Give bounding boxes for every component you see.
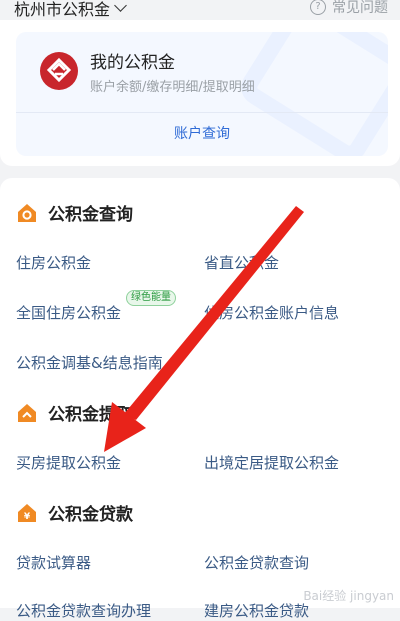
question-circle-icon: ?: [310, 0, 326, 15]
fund-card-container: 我的公积金 账户余额/缴存明细/提取明细 账户查询: [0, 20, 400, 166]
item-adjust-guide[interactable]: 公积金调基&结息指南: [16, 352, 163, 373]
fund-title: 我的公积金: [90, 53, 175, 73]
item-provincial-fund[interactable]: 省直公积金: [204, 252, 279, 273]
faq-link[interactable]: ? 常见问题: [310, 0, 388, 17]
item-housing-fund[interactable]: 住房公积金: [16, 252, 91, 273]
house-withdraw-icon: [16, 402, 38, 424]
fund-subtitle: 账户余额/缴存明细/提取明细: [90, 80, 255, 95]
account-query-button[interactable]: 账户查询: [16, 113, 388, 156]
item-house-purchase-withdraw[interactable]: 买房提取公积金: [16, 452, 121, 473]
chevron-down-icon: [114, 0, 127, 12]
house-loan-icon: ¥: [16, 502, 38, 524]
city-label: 杭州市公积金: [14, 0, 111, 19]
services-card: 公积金查询 住房公积金 省直公积金 全国住房公积金 绿色能量 住房公积金账户信息…: [0, 178, 400, 620]
house-search-icon: [16, 202, 38, 224]
svg-text:¥: ¥: [24, 512, 31, 522]
section-title-loan: ¥ 公积金贷款: [16, 500, 133, 525]
item-loan-query[interactable]: 公积金贷款查询: [204, 552, 309, 573]
item-national-fund[interactable]: 全国住房公积金: [16, 302, 121, 323]
faq-label: 常见问题: [332, 0, 388, 16]
city-selector[interactable]: 杭州市公积金: [14, 0, 127, 20]
my-fund-card[interactable]: 我的公积金 账户余额/缴存明细/提取明细 账户查询: [16, 32, 388, 156]
section-label: 公积金提取: [48, 405, 133, 425]
item-fund-account-info[interactable]: 住房公积金账户信息: [204, 302, 339, 323]
green-energy-badge: 绿色能量: [126, 290, 176, 306]
item-loan-process[interactable]: 公积金贷款查询办理: [16, 600, 151, 621]
section-title-query: 公积金查询: [16, 200, 133, 225]
watermark: Bai经验 jingyan: [303, 589, 394, 603]
housing-fund-logo-icon: [40, 52, 78, 90]
section-label: 公积金查询: [48, 205, 133, 225]
section-label: 公积金贷款: [48, 505, 133, 525]
item-emigrate-withdraw[interactable]: 出境定居提取公积金: [204, 452, 339, 473]
item-building-loan[interactable]: 建房公积金贷款: [204, 600, 309, 621]
section-title-withdraw: 公积金提取: [16, 400, 133, 425]
item-loan-calculator[interactable]: 贷款试算器: [16, 552, 91, 573]
